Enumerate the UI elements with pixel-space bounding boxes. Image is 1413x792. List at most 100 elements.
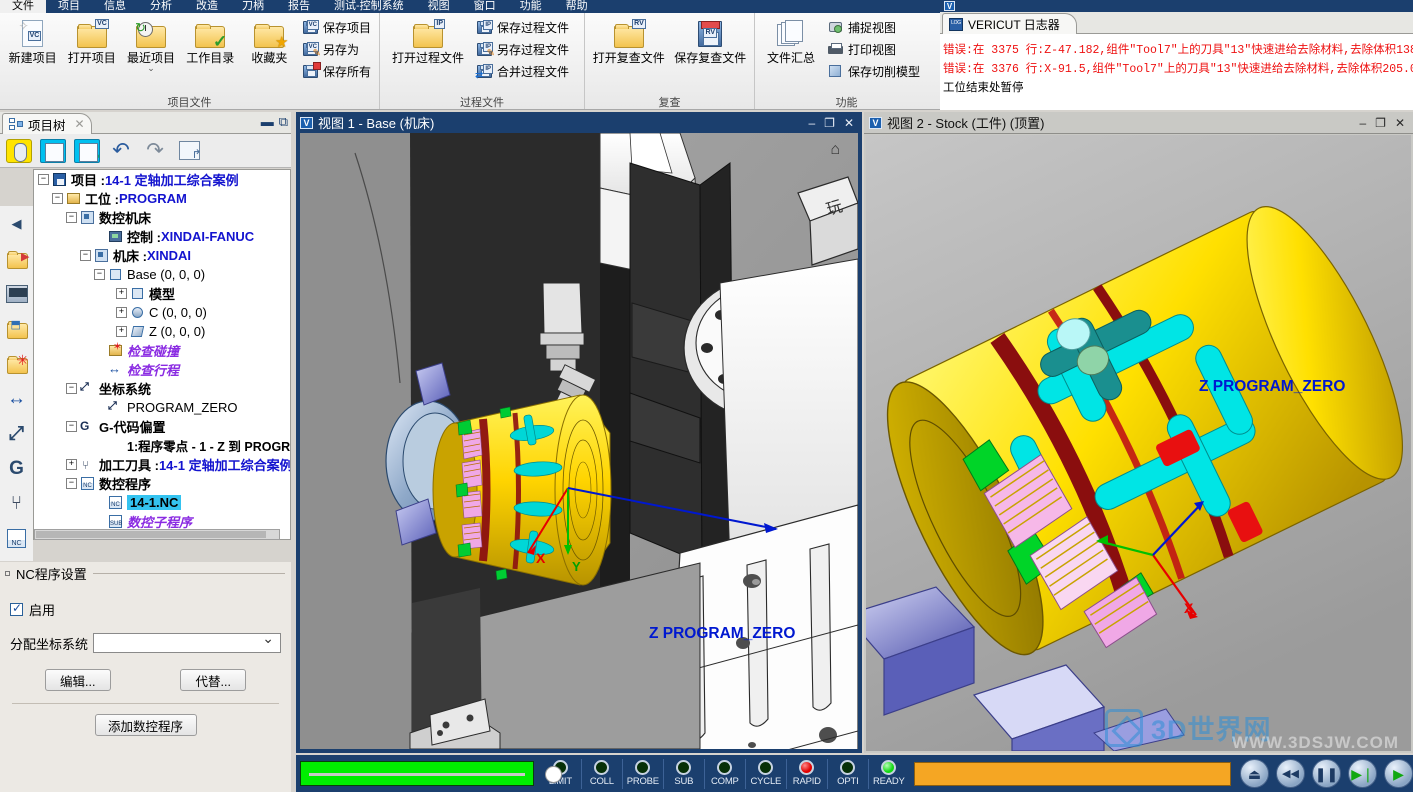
tab-control-system[interactable]: 测试-控制系统 (322, 0, 416, 13)
mouse-config-button[interactable] (4, 137, 34, 165)
tab-analysis[interactable]: 分析 (138, 0, 184, 13)
lamp-coll[interactable]: COLL (580, 758, 622, 789)
tree-node-nc-programs[interactable]: − 数控程序 (34, 474, 290, 493)
new-project-button[interactable]: VC ✧ 新建项目 (4, 15, 61, 65)
tree-node-axis-z[interactable]: + Z (0, 0, 0) (34, 322, 290, 341)
tab-holder[interactable]: 刀柄 (230, 0, 276, 13)
tree-node-cnc-machine[interactable]: − 数控机床 (34, 208, 290, 227)
redo-button[interactable]: ↷ (140, 137, 170, 165)
assign-csys-select[interactable] (93, 630, 281, 653)
expand-toggle[interactable]: − (66, 383, 77, 394)
lamp-probe[interactable]: PROBE (621, 758, 663, 789)
lamp-opti[interactable]: OPTI (826, 758, 868, 789)
minimize-button[interactable]: – (808, 116, 815, 130)
slider-knob[interactable] (545, 766, 562, 783)
tree-node-base[interactable]: − Base (0, 0, 0) (34, 265, 290, 284)
undo-button[interactable]: ↶ (106, 137, 136, 165)
simulation-speed-slider[interactable] (300, 761, 562, 786)
close-icon[interactable]: ✕ (75, 117, 85, 131)
expand-toggle[interactable]: − (94, 269, 105, 280)
minimize-button[interactable]: – (1359, 116, 1366, 130)
tab-file[interactable]: 文件 (0, 0, 46, 13)
single-step-button[interactable]: ▶❘ (1348, 759, 1377, 788)
save-process-file-as-button[interactable]: IP ✎ 另存过程文件 (474, 40, 573, 59)
home-icon[interactable]: ⌂ (830, 142, 840, 158)
reset-button[interactable]: ⏏ (1240, 759, 1269, 788)
expand-toggle[interactable]: − (66, 421, 77, 432)
expand-toggle[interactable]: − (38, 174, 49, 185)
expand-toggle[interactable]: − (66, 212, 77, 223)
tab-help[interactable]: 帮助 (554, 0, 600, 13)
expand-toggle[interactable]: + (116, 326, 127, 337)
replace-button[interactable]: 代替... (180, 669, 247, 691)
work-directory-button[interactable]: ✓ 工作目录 (182, 15, 239, 65)
edit-list-button[interactable] (38, 137, 68, 165)
tab-project[interactable]: 项目 (46, 0, 92, 13)
add-nc-program-button[interactable]: 添加数控程序 (94, 714, 197, 736)
tree-node-axis-c[interactable]: + C (0, 0, 0) (34, 303, 290, 322)
tab-window[interactable]: 窗口 (462, 0, 508, 13)
tab-report[interactable]: 报告 (276, 0, 322, 13)
view-2-titlebar[interactable]: V 视图 2 - Stock (工件) (顶置) – ❐ ✕ (864, 112, 1413, 134)
merge-process-file-button[interactable]: IP ⇄ 合并过程文件 (474, 62, 573, 81)
view-1-graphics[interactable]: 玩 X Y Z PROGRAM_ZERO ⌂ (300, 133, 858, 749)
tab-function[interactable]: 功能 (508, 0, 554, 13)
tree-node-model[interactable]: + 模型 (34, 284, 290, 303)
lamp-rapid[interactable]: RAPID (785, 758, 827, 789)
export-button[interactable]: ↱ (174, 137, 204, 165)
expand-toggle[interactable]: + (66, 459, 77, 470)
float-icon[interactable]: ⧉ (279, 115, 288, 128)
collapse-marker-icon[interactable] (5, 570, 10, 576)
maximize-button[interactable]: ❐ (824, 116, 835, 130)
tree-horizontal-scrollbar[interactable] (34, 529, 280, 540)
add-component-button[interactable]: ✚ (72, 137, 102, 165)
lamp-sub[interactable]: SUB (662, 758, 704, 789)
tab-info[interactable]: 信息 (92, 0, 138, 13)
save-as-button[interactable]: VC ✎ 另存为 (300, 40, 375, 59)
save-cut-model-button[interactable]: 保存切削模型 (825, 62, 924, 81)
print-view-button[interactable]: 打印视图 (825, 40, 924, 59)
view-1-titlebar[interactable]: V 视图 1 - Base (机床) – ❐ ✕ (296, 112, 862, 133)
tree-node-program-zero[interactable]: ⤢ PROGRAM_ZERO (34, 398, 290, 417)
lamp-cycle[interactable]: CYCLE (744, 758, 786, 789)
expand-toggle[interactable]: + (116, 288, 127, 299)
close-button[interactable]: ✕ (844, 116, 854, 130)
expand-toggle[interactable]: + (116, 307, 127, 318)
pause-button[interactable]: ❚❚ (1312, 759, 1341, 788)
tab-project-tree[interactable]: 项目树 ✕ (2, 113, 92, 134)
tree-node-coordinate-systems[interactable]: − ⤢ 坐标系统 (34, 379, 290, 398)
edit-button[interactable]: 编辑... (44, 669, 111, 691)
save-process-file-button[interactable]: IP 保存过程文件 (474, 18, 573, 37)
open-project-button[interactable]: VC 打开项目 (63, 15, 120, 65)
chevron-down-icon[interactable]: ⌄ (147, 64, 155, 73)
tree-node-nc-file[interactable]: 14-1.NC (34, 493, 290, 512)
open-review-file-button[interactable]: RV 打开复查文件 (589, 15, 669, 65)
file-summary-button[interactable]: 文件汇总 (759, 15, 823, 65)
rewind-button[interactable]: ◀◀ (1276, 759, 1305, 788)
open-process-file-button[interactable]: IP 打开过程文件 (384, 15, 472, 65)
save-project-button[interactable]: VC 保存项目 (300, 18, 375, 37)
enable-checkbox[interactable] (10, 601, 23, 616)
tree-node-station[interactable]: − 工位 : PROGRAM (34, 189, 290, 208)
expand-toggle[interactable]: − (66, 478, 77, 489)
expand-toggle[interactable]: − (52, 193, 63, 204)
tree-node-check-travel[interactable]: 检查行程 (34, 360, 290, 379)
tab-vericut-log[interactable]: VERICUT 日志器 (942, 13, 1077, 34)
recent-project-button[interactable]: ↻ 最近项目 ⌄ (122, 15, 179, 73)
save-all-button[interactable]: 保存所有 (300, 62, 375, 81)
tab-view[interactable]: 视图 (416, 0, 462, 13)
tree-node-machine[interactable]: − 机床 : XINDAI (34, 246, 290, 265)
expand-toggle[interactable]: − (80, 250, 91, 261)
capture-view-button[interactable]: 捕捉视图 (825, 18, 924, 37)
scrollbar-thumb[interactable] (36, 531, 266, 538)
ribbon-tab-strip[interactable]: 文件 项目 信息 分析 改造 刀柄 报告 测试-控制系统 视图 窗口 功能 帮助 (0, 0, 940, 13)
tree-node-tooling[interactable]: + ⑂ 加工刀具 : 14-1 定轴加工综合案例 (34, 455, 290, 474)
minimize-icon[interactable]: ▬ (261, 115, 274, 128)
tab-modify[interactable]: 改造 (184, 0, 230, 13)
save-review-file-button[interactable]: RV 保存复查文件 (671, 15, 751, 65)
log-message-list[interactable]: 错误:在 3375 行:Z-47.182,组件"Tool7"上的刀具"13"快速… (940, 34, 1413, 110)
tree-node-program-zero-offset[interactable]: 1:程序零点 - 1 - Z 到 PROGRAM_ZERO (34, 436, 290, 455)
maximize-button[interactable]: ❐ (1375, 116, 1386, 130)
project-tree-list[interactable]: − 项目 : 14-1 定轴加工综合案例 − 工位 : PROGRAM − 数控… (33, 169, 291, 540)
view-2-graphics[interactable]: X Z PROGRAM_ZERO (866, 135, 1411, 751)
